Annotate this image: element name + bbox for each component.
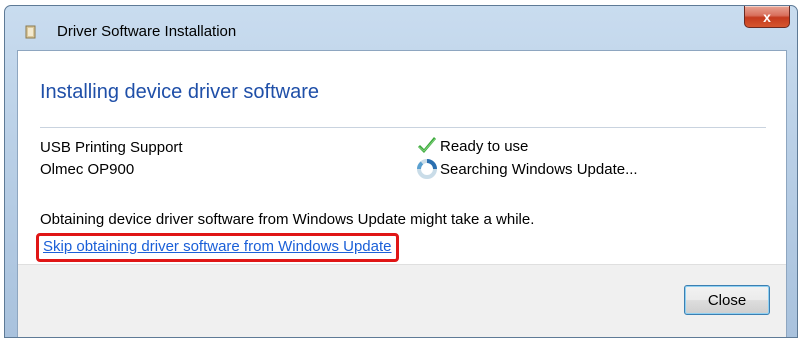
close-button[interactable]: Close [684,285,770,315]
info-text: Obtaining device driver software from Wi… [40,211,535,228]
device-name: USB Printing Support [40,139,183,156]
device-name: Olmec OP900 [40,161,135,178]
device-status: Searching Windows Update... [416,158,638,180]
main-heading: Installing device driver software [40,81,320,103]
device-status-text: Searching Windows Update... [440,160,638,178]
title-bar[interactable]: Driver Software Installation x [5,6,797,50]
skip-windows-update-link[interactable]: Skip obtaining driver software from Wind… [36,233,399,262]
window-close-button[interactable]: x [744,6,790,28]
device-status: Ready to use [416,135,528,157]
driver-icon [25,25,36,39]
close-icon: x [763,8,771,25]
button-bar: Close [18,264,786,337]
dialog-content: Installing device driver software USB Pr… [17,50,787,337]
window-title: Driver Software Installation [57,23,237,40]
checkmark-icon [418,137,436,153]
device-status-text: Ready to use [440,137,529,155]
busy-spinner-icon [417,159,437,179]
divider [40,127,766,128]
dialog-window: Driver Software Installation x Installin… [4,5,798,338]
